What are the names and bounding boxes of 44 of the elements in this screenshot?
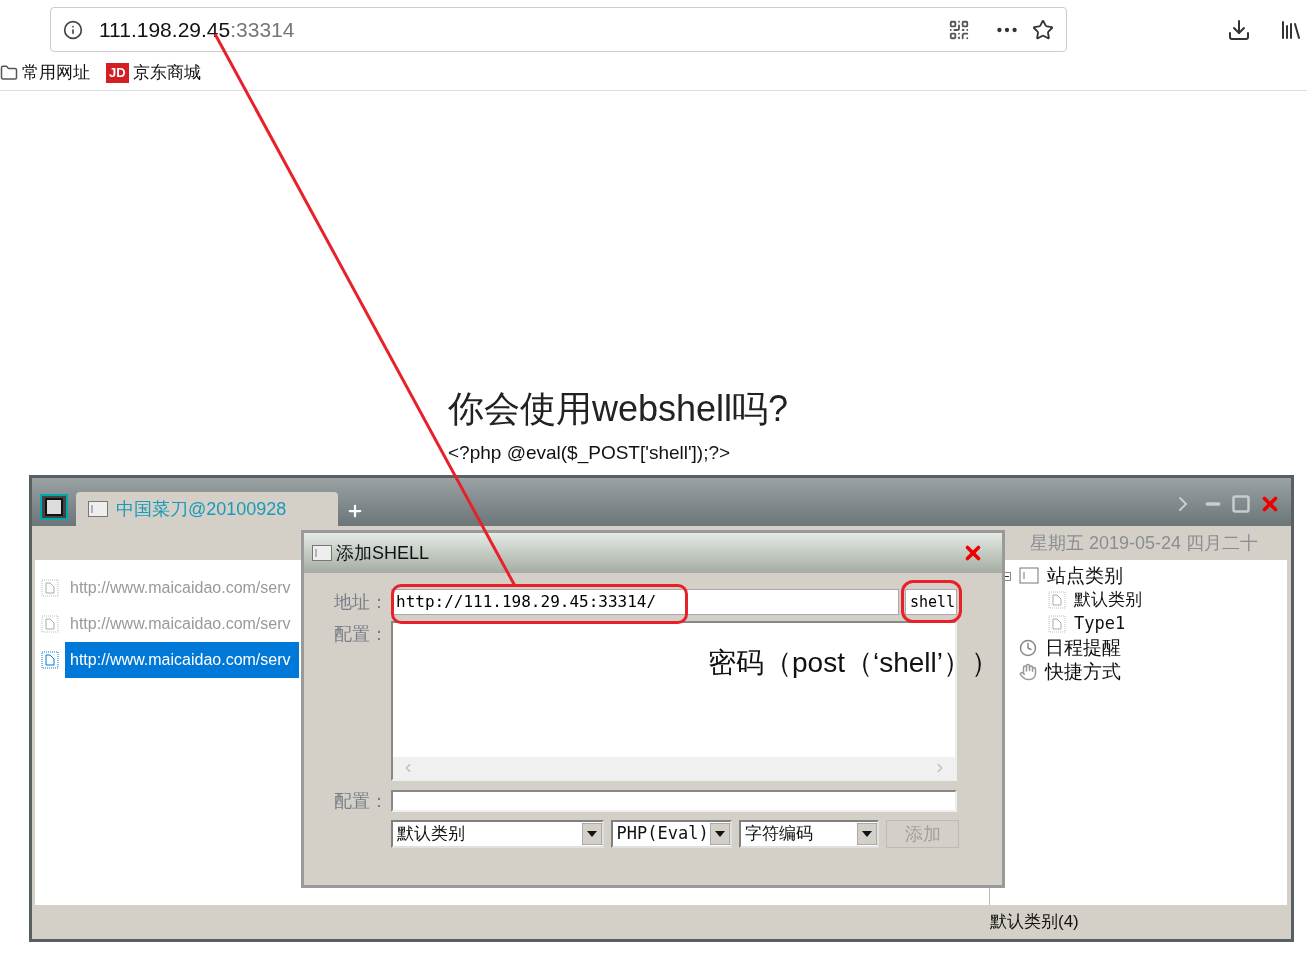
- download-icon[interactable]: [1227, 17, 1251, 42]
- dropdown[interactable]: 字符编码: [739, 820, 880, 848]
- star-icon[interactable]: [1032, 18, 1054, 41]
- address-bar[interactable]: 111.198.29.45:33314: [50, 7, 1067, 52]
- dialog-icon: [312, 545, 332, 561]
- page-icon: [41, 579, 59, 597]
- info-icon[interactable]: [63, 19, 83, 40]
- clock-icon: [1019, 639, 1037, 657]
- password-field[interactable]: shell: [905, 589, 957, 615]
- folder-icon: [1019, 566, 1039, 586]
- bookmark-link[interactable]: 常用网址: [22, 59, 90, 86]
- dropdown-arrow-icon: [710, 823, 731, 845]
- dropdown[interactable]: 默认类别: [391, 820, 604, 848]
- page-icon: [41, 651, 59, 669]
- config-label: 配置：: [334, 623, 389, 646]
- code-line: <?php @eval($_POST['shell']);?>: [448, 441, 732, 465]
- dropdown-arrow-icon: [581, 823, 602, 845]
- page-icon: [41, 615, 59, 633]
- page-heading: 你会使用webshell吗?: [448, 387, 790, 431]
- qr-code-icon[interactable]: [948, 18, 970, 41]
- hand-icon: [1019, 663, 1037, 681]
- url-field[interactable]: http://111.198.29.45:33314/: [391, 589, 899, 615]
- status-text: 默认类别(4): [990, 911, 1079, 934]
- config-textarea[interactable]: [391, 621, 957, 781]
- page-icon: [1048, 615, 1066, 633]
- site-logo: JD: [106, 62, 129, 83]
- maximize-icon[interactable]: [1231, 494, 1251, 514]
- config-label: 配置：: [334, 789, 389, 813]
- new-tab-icon[interactable]: [346, 502, 364, 520]
- page-icon: [1048, 591, 1066, 609]
- config-field[interactable]: [391, 790, 957, 812]
- highlight-outline: [901, 580, 962, 623]
- address-label: 地址：: [334, 590, 389, 614]
- dialog-title: 添加SHELL: [336, 541, 430, 565]
- url-text: 111.198.29.45:33314: [99, 16, 295, 43]
- dropdown[interactable]: PHP(Eval): [610, 820, 733, 848]
- tab-icon: [88, 501, 108, 517]
- annotation-text: 密码（post（‘shell’））: [708, 646, 999, 680]
- bookmark-link[interactable]: 京东商城: [132, 59, 201, 86]
- site-row[interactable]: http://www.maicaidao.com/serv: [65, 642, 299, 678]
- date-label: 星期五 2019-05-24 四月二十: [1030, 531, 1259, 555]
- app-icon: [40, 494, 68, 520]
- folder-icon: [0, 63, 18, 82]
- dropdown-arrow-icon: [857, 823, 878, 845]
